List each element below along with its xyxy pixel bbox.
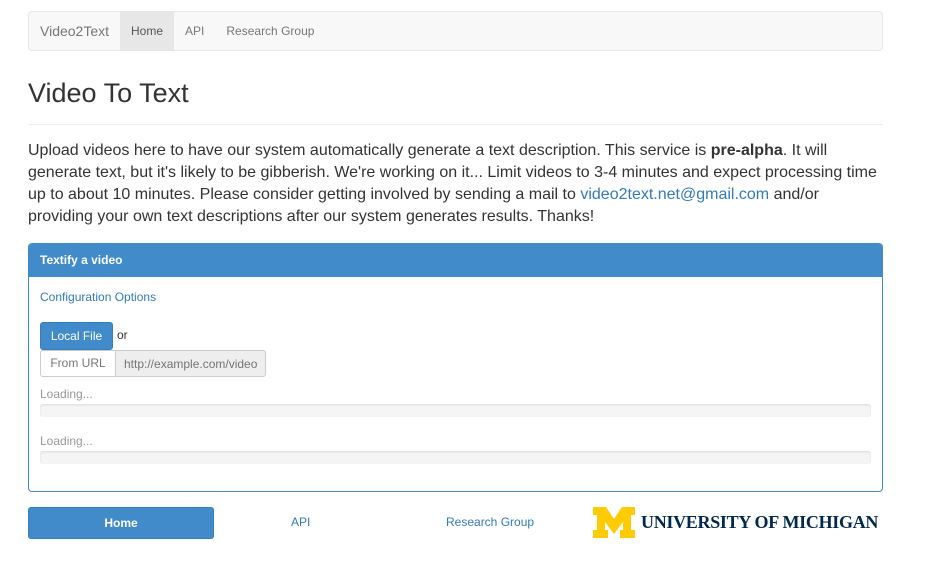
university-of-michigan-logo[interactable]: UNIVERSITY OF MICHIGAN: [593, 507, 878, 538]
nav-item-home[interactable]: Home: [120, 12, 175, 50]
progress-bar-2: [40, 451, 871, 464]
nav-item-api[interactable]: API: [174, 12, 215, 50]
url-input-group: From URL: [40, 350, 266, 377]
navbar-brand[interactable]: Video2Text: [29, 12, 120, 50]
footer-api-link[interactable]: API: [291, 515, 310, 529]
contact-email-link[interactable]: video2text.net@gmail.com: [580, 186, 769, 203]
url-input[interactable]: [116, 350, 266, 377]
intro-paragraph: Upload videos here to have our system au…: [28, 140, 888, 228]
nav-item-research-group[interactable]: Research Group: [215, 12, 325, 50]
configuration-options-link[interactable]: Configuration Options: [40, 290, 156, 304]
footer-research-group-link[interactable]: Research Group: [446, 515, 534, 529]
or-label: or: [117, 328, 128, 342]
local-file-button[interactable]: Local File: [40, 322, 113, 350]
footer-home-button[interactable]: Home: [28, 507, 214, 539]
block-m-icon: [593, 507, 635, 538]
page-title: Video To Text: [28, 78, 189, 108]
title-divider: [28, 124, 883, 125]
panel-heading: Textify a video: [29, 244, 882, 277]
intro-text-1: Upload videos here to have our system au…: [28, 142, 711, 159]
intro-bold-status: pre-alpha: [710, 142, 783, 159]
top-navbar: Video2Text Home API Research Group: [28, 11, 883, 51]
from-url-addon[interactable]: From URL: [40, 350, 116, 377]
loading-label-1: Loading...: [40, 387, 93, 401]
progress-bar-1: [40, 404, 871, 417]
university-of-michigan-wordmark: UNIVERSITY OF MICHIGAN: [641, 512, 879, 532]
textify-panel: Textify a video Configuration Options Lo…: [28, 243, 883, 492]
loading-label-2: Loading...: [40, 434, 93, 448]
